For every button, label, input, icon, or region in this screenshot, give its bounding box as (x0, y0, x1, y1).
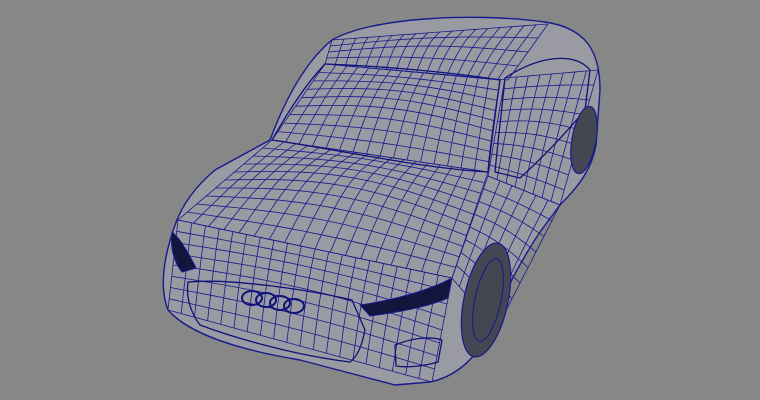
3d-viewport[interactable] (0, 0, 760, 400)
car-body-shading (162, 16, 601, 386)
wireframe-car-model[interactable] (0, 0, 760, 400)
